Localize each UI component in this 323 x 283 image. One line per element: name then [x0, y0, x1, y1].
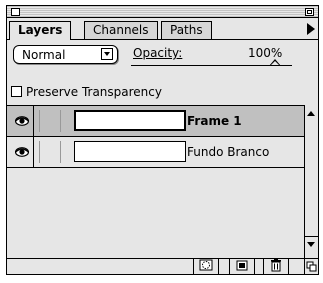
layer-row[interactable]: Fundo Branco [7, 137, 304, 168]
layer-name[interactable]: Fundo Branco [187, 145, 269, 159]
eye-icon[interactable] [15, 116, 29, 126]
zoom-box-icon[interactable] [305, 8, 314, 16]
resize-grip-icon[interactable] [304, 259, 318, 274]
opacity-value: 100% [248, 46, 283, 60]
tab-layers[interactable]: Layers [9, 21, 72, 40]
layer-row[interactable]: Frame 1 [7, 106, 304, 137]
layer-thumbnail[interactable] [74, 141, 186, 162]
scroll-down-arrow-icon[interactable] [307, 242, 315, 247]
resize-grip-shape [306, 261, 317, 272]
tab-paths[interactable]: Paths [161, 21, 212, 39]
new-layer-button[interactable] [229, 258, 255, 274]
dropdown-arrow-icon[interactable] [101, 48, 113, 60]
brush-cell[interactable] [39, 141, 61, 163]
mask-icon [199, 259, 213, 271]
tab-row: Layers Channels Paths [7, 18, 318, 40]
new-layer-icon [236, 260, 248, 271]
close-box-icon[interactable] [11, 8, 20, 16]
preserve-transparency-label: Preserve Transparency [26, 85, 162, 99]
eye-icon[interactable] [15, 147, 29, 157]
layers-palette: Layers Channels Paths Normal Opacity: 10… [6, 5, 319, 275]
preserve-transparency-checkbox[interactable] [11, 86, 22, 97]
layers-list: Frame 1 Fundo Branco [7, 105, 304, 261]
palette-titlebar[interactable] [7, 6, 318, 18]
row-divider [33, 137, 34, 167]
mask-button[interactable] [193, 258, 219, 274]
palette-bottom-bar [7, 258, 318, 274]
vertical-scrollbar[interactable] [304, 105, 318, 261]
delete-layer-button[interactable] [263, 258, 289, 274]
blend-mode-select[interactable]: Normal [13, 45, 118, 64]
layer-thumbnail[interactable] [74, 110, 186, 131]
tab-channels[interactable]: Channels [84, 21, 158, 39]
opacity-track[interactable] [131, 65, 292, 66]
scroll-separator [305, 236, 318, 237]
layer-name[interactable]: Frame 1 [187, 114, 242, 128]
opacity-label: Opacity: [133, 46, 183, 60]
brush-cell[interactable] [39, 110, 61, 132]
trash-icon [271, 258, 281, 272]
scroll-up-arrow-icon[interactable] [307, 111, 315, 116]
blend-mode-value: Normal [22, 48, 66, 62]
palette-menu-arrow-icon[interactable] [307, 23, 315, 35]
opacity-slider-icon[interactable] [269, 59, 281, 66]
row-divider [33, 106, 34, 136]
